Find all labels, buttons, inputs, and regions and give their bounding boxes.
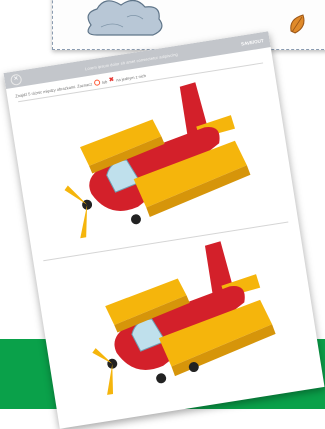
leaf-icon bbox=[290, 14, 305, 34]
airplane-bottom-illustration bbox=[92, 241, 276, 395]
save-button[interactable]: SAVE/OUT bbox=[241, 38, 264, 46]
worksheet-page: ✕ Lorem ipsum dolor sit amet consectetur… bbox=[3, 31, 325, 429]
instruction-mid: lub bbox=[101, 78, 108, 85]
circle-icon bbox=[93, 79, 101, 87]
x-icon: ✖ bbox=[108, 76, 115, 84]
background-worksheet-card bbox=[52, 0, 325, 50]
close-icon[interactable]: ✕ bbox=[9, 72, 23, 86]
